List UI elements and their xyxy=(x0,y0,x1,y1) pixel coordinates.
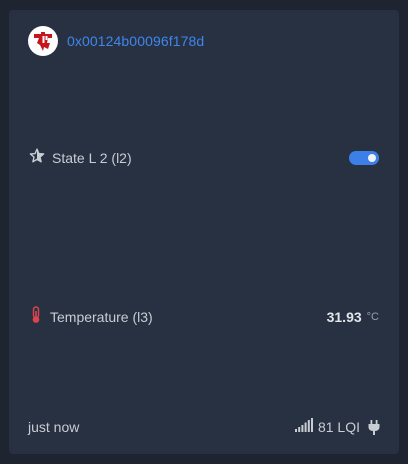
last-seen-text: just now xyxy=(28,419,80,435)
card-footer: just now 81 LQI xyxy=(28,416,380,438)
card-header: 0x00124b00096f178d xyxy=(28,26,204,56)
temperature-unit: °C xyxy=(366,311,379,323)
feature-label: State L 2 (l2) xyxy=(52,150,132,166)
feature-temperature-l3: Temperature (l3) 31.93 °C xyxy=(29,305,379,329)
star-icon xyxy=(29,148,45,169)
temperature-value: 31.93 xyxy=(326,309,362,325)
device-card: 0x00124b00096f178d State L 2 (l2) Temper… xyxy=(9,10,399,454)
signal-strength-icon xyxy=(294,417,313,437)
thermometer-icon xyxy=(29,305,43,329)
device-id-link[interactable]: 0x00124b00096f178d xyxy=(67,33,204,49)
vendor-logo-icon xyxy=(28,26,58,56)
state-l2-toggle[interactable] xyxy=(349,151,379,165)
feature-label: Temperature (l3) xyxy=(50,309,153,325)
feature-state-l2: State L 2 (l2) xyxy=(29,147,379,169)
mains-plug-icon xyxy=(368,419,380,435)
toggle-knob xyxy=(368,154,376,162)
lqi-text: 81 LQI xyxy=(317,419,360,435)
